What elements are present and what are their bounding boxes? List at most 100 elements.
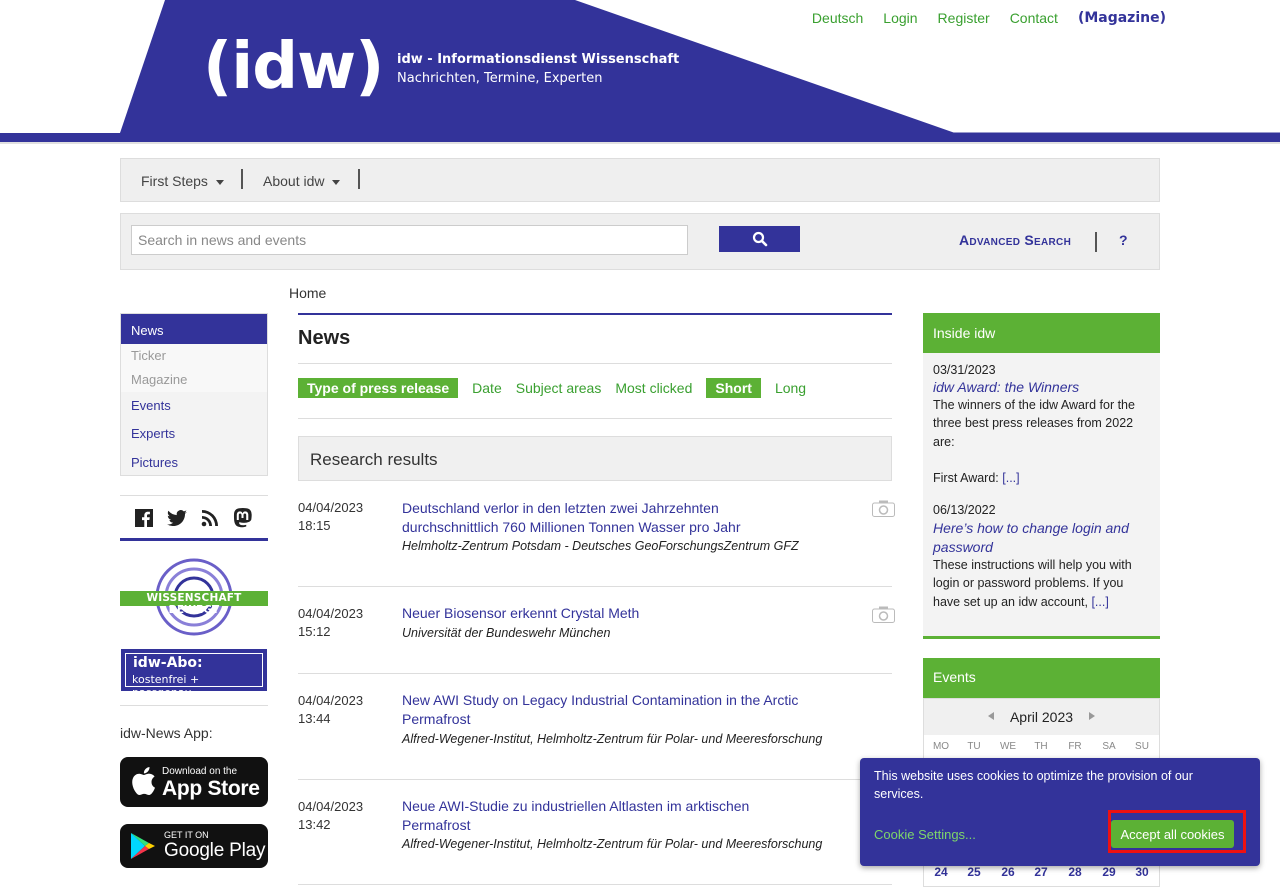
filter-most-clicked[interactable]: Most clicked [615, 380, 692, 396]
weekday-label: SA [1102, 741, 1116, 752]
site-header: (idw) idw - Informationsdienst Wissensch… [0, 0, 1280, 150]
sidebar-item-magazine[interactable]: Magazine [131, 372, 187, 387]
app-label: idw-News App: [120, 725, 213, 741]
mastodon-icon[interactable] [233, 508, 253, 528]
appstore-small-text: Download on the [162, 766, 238, 777]
read-more-link[interactable]: [...] [1091, 595, 1108, 609]
events-heading: Events [923, 658, 1160, 698]
link-deutsch[interactable]: Deutsch [812, 10, 863, 26]
inside-title-link[interactable]: idw Award: the Winners [933, 378, 1153, 397]
news-date-time: 13:44 [298, 711, 331, 726]
appstore-big-text: App Store [162, 777, 260, 800]
news-date-day: 04/04/2023 [298, 500, 364, 515]
caret-down-icon [332, 180, 341, 185]
weekday-label: WE [999, 741, 1017, 752]
nav-about[interactable]: About idw [263, 173, 341, 189]
weekday-label: MO [932, 741, 950, 752]
abo-title: idw-Abo: [133, 655, 203, 671]
search-input[interactable] [131, 225, 688, 255]
inside-text: These instructions will help you with lo… [933, 556, 1151, 611]
divider [298, 779, 892, 780]
advanced-search-link[interactable]: Advanced Search [959, 232, 1071, 248]
cookie-settings-link[interactable]: Cookie Settings... [874, 827, 976, 842]
accept-all-cookies-button[interactable]: Accept all cookies [1111, 820, 1234, 848]
news-title-link[interactable]: New AWI Study on Legacy Industrial Conta… [402, 691, 852, 728]
link-login[interactable]: Login [883, 10, 917, 26]
google-play-badge[interactable]: GET IT ON Google Play [120, 824, 268, 868]
search-icon [752, 231, 767, 247]
sidebar-item-ticker[interactable]: Ticker [131, 348, 166, 363]
tagline-title: idw - Informationsdienst Wissenschaft [397, 52, 680, 67]
filter-type[interactable]: Type of press release [298, 378, 459, 398]
sidebar-item-news[interactable]: News [121, 314, 267, 344]
search-bar: Advanced Search ? [120, 213, 1160, 270]
search-help-link[interactable]: ? [1119, 232, 1128, 248]
calendar-prev-icon[interactable] [988, 712, 994, 720]
divider [298, 418, 892, 419]
view-short[interactable]: Short [706, 378, 761, 398]
header-divider [0, 142, 1280, 144]
calendar-day[interactable]: 29 [1094, 865, 1124, 879]
link-register[interactable]: Register [938, 10, 990, 26]
main-top-border [298, 313, 892, 315]
news-title-link[interactable]: Deutschland verlor in den letzten zwei J… [402, 499, 802, 536]
view-long[interactable]: Long [775, 380, 806, 396]
rss-icon[interactable] [201, 509, 219, 527]
inside-text-2: First Award: [...] [933, 469, 1151, 487]
search-button[interactable] [719, 226, 800, 252]
calendar-day[interactable]: 25 [959, 865, 989, 879]
link-contact[interactable]: Contact [1010, 10, 1058, 26]
read-more-link[interactable]: [...] [1002, 471, 1019, 485]
news-source: Alfred-Wegener-Institut, Helmholtz-Zentr… [402, 732, 823, 746]
divider [298, 673, 892, 674]
news-title-link[interactable]: Neuer Biosensor erkennt Crystal Meth [402, 604, 842, 623]
filter-subject[interactable]: Subject areas [516, 380, 602, 396]
app-store-badge[interactable]: Download on the App Store [120, 757, 268, 807]
nav-first-steps[interactable]: First Steps [141, 173, 224, 189]
sidebar-item-events[interactable]: Events [131, 398, 171, 413]
top-links: Deutsch Login Register Contact (Magazine… [812, 10, 1166, 26]
abo-banner[interactable]: idw-Abo: kostenfrei + passgenau [121, 649, 267, 699]
inside-text-line: First Award: [933, 471, 999, 485]
inside-text: The winners of the idw Award for the thr… [933, 398, 1135, 449]
twitter-icon[interactable] [167, 510, 187, 526]
divider [298, 884, 892, 885]
search-separator [1095, 232, 1097, 252]
news-date-day: 04/04/2023 [298, 606, 364, 621]
breadcrumb[interactable]: Home [289, 285, 326, 301]
inside-idw-heading: Inside idw [923, 313, 1160, 353]
weekday-label: FR [1068, 741, 1082, 752]
news-source: Universität der Bundeswehr München [402, 626, 611, 640]
section-heading: Research results [298, 436, 892, 481]
news-date: 04/04/2023 15:12 [298, 605, 363, 641]
news-source: Alfred-Wegener-Institut, Helmholtz-Zentr… [402, 837, 823, 851]
calendar-day[interactable]: 24 [926, 865, 956, 879]
news-date: 04/04/2023 13:44 [298, 692, 363, 728]
news-date-day: 04/04/2023 [298, 799, 364, 814]
cookie-banner: This website uses cookies to optimize th… [860, 758, 1260, 866]
sidebar-item-experts[interactable]: Experts [131, 426, 175, 441]
link-magazine[interactable]: (Magazine) [1078, 10, 1166, 26]
inside-date: 06/13/2022 [933, 503, 996, 517]
sidebar-item-pictures[interactable]: Pictures [131, 455, 178, 470]
nav-separator [241, 169, 243, 189]
inside-title-link[interactable]: Here’s how to change login and password [933, 519, 1153, 557]
calendar-next-icon[interactable] [1089, 712, 1095, 720]
apple-icon [132, 767, 155, 796]
filter-bar: Type of press release Date Subject areas… [298, 378, 806, 398]
calendar-header: April 2023 [924, 699, 1159, 735]
wissenschaft-bewegt-text: WISSENSCHAFT BEWEGT [146, 592, 242, 616]
news-title-link[interactable]: Neue AWI-Studie zu industriellen Altlast… [402, 797, 802, 834]
inside-date: 03/31/2023 [933, 363, 996, 377]
wissenschaft-bewegt-logo[interactable]: WISSENSCHAFT BEWEGT [120, 557, 268, 637]
news-date-time: 15:12 [298, 624, 331, 639]
idw-logo[interactable]: (idw) [203, 24, 384, 110]
calendar-day[interactable]: 27 [1026, 865, 1056, 879]
calendar-day[interactable]: 28 [1060, 865, 1090, 879]
divider [298, 586, 892, 587]
filter-date[interactable]: Date [472, 380, 502, 396]
calendar-day[interactable]: 30 [1127, 865, 1157, 879]
header-bar [0, 133, 1280, 142]
calendar-day[interactable]: 26 [993, 865, 1023, 879]
facebook-icon[interactable] [135, 509, 153, 527]
